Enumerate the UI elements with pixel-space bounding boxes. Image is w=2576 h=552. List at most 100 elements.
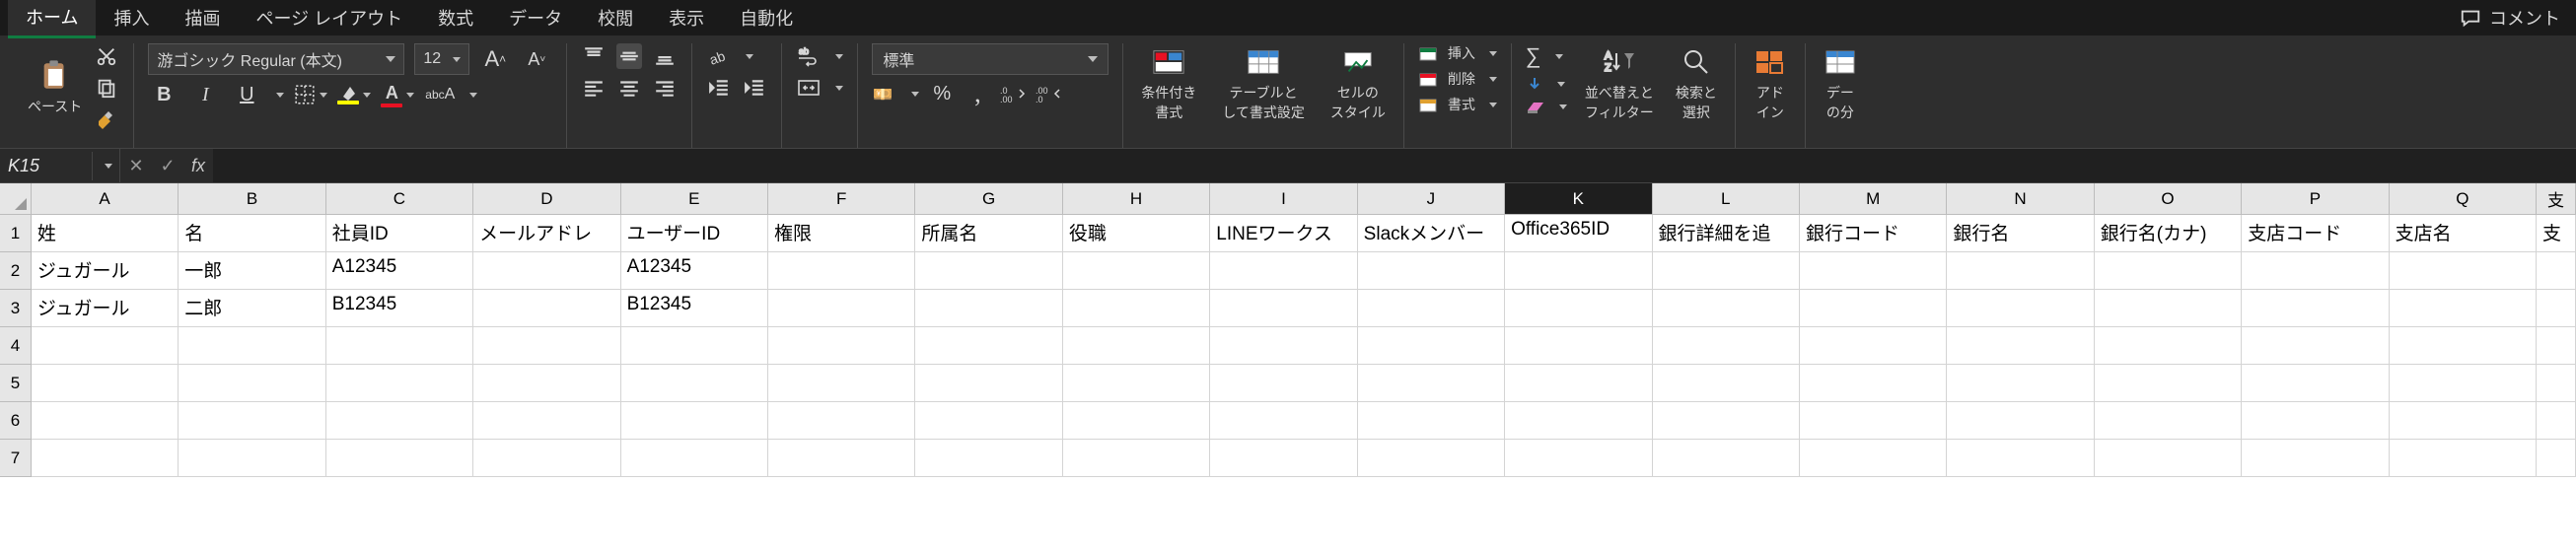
cell[interactable]: [621, 365, 768, 402]
cell[interactable]: [621, 402, 768, 440]
bold-button[interactable]: B: [148, 81, 179, 108]
cell[interactable]: [473, 365, 620, 402]
orientation-icon[interactable]: ab: [706, 43, 732, 69]
accounting-format-icon[interactable]: 💴: [872, 81, 897, 106]
confirm-formula-button[interactable]: ✓: [152, 149, 183, 182]
format-painter-icon[interactable]: [94, 106, 119, 132]
cell[interactable]: [1358, 327, 1505, 365]
column-header[interactable]: M: [1800, 183, 1947, 215]
cell[interactable]: [1653, 440, 1800, 477]
decrease-decimal-icon[interactable]: .00.0: [1036, 81, 1061, 106]
fx-icon[interactable]: fx: [183, 156, 213, 176]
align-bottom-icon[interactable]: [652, 43, 678, 69]
tab-draw[interactable]: 描画: [167, 0, 238, 36]
cell[interactable]: [1947, 327, 2094, 365]
tab-home[interactable]: ホーム: [8, 0, 96, 38]
cancel-formula-button[interactable]: ✕: [120, 149, 152, 182]
chevron-down-icon[interactable]: [276, 93, 284, 98]
cell[interactable]: [768, 365, 915, 402]
cell[interactable]: [2390, 252, 2537, 290]
cell[interactable]: [1653, 365, 1800, 402]
cell[interactable]: [1063, 365, 1210, 402]
cell[interactable]: [621, 440, 768, 477]
format-as-table-button[interactable]: テーブルと して書式設定: [1218, 43, 1309, 124]
cell[interactable]: [1800, 252, 1947, 290]
cell[interactable]: [1947, 402, 2094, 440]
cell[interactable]: [1063, 327, 1210, 365]
cell[interactable]: [2095, 252, 2242, 290]
font-size-select[interactable]: 12: [414, 43, 469, 75]
cell[interactable]: [768, 402, 915, 440]
align-top-icon[interactable]: [581, 43, 607, 69]
cell[interactable]: 社員ID: [326, 215, 473, 252]
tab-insert[interactable]: 挿入: [96, 0, 167, 36]
cell[interactable]: [1210, 440, 1357, 477]
cell[interactable]: [768, 252, 915, 290]
cell[interactable]: [473, 290, 620, 327]
cell[interactable]: [1358, 402, 1505, 440]
tab-page-layout[interactable]: ページ レイアウト: [238, 0, 420, 36]
fill-button[interactable]: [1526, 75, 1567, 93]
cell[interactable]: 二郎: [179, 290, 325, 327]
cell[interactable]: 支店名: [2390, 215, 2537, 252]
cell[interactable]: [2390, 402, 2537, 440]
cell[interactable]: [2537, 290, 2576, 327]
cell[interactable]: [2242, 327, 2389, 365]
cell[interactable]: [2242, 252, 2389, 290]
wrap-text-icon[interactable]: ab: [796, 43, 822, 69]
cell[interactable]: [1800, 365, 1947, 402]
cell[interactable]: メールアドレ: [473, 215, 620, 252]
select-all-corner[interactable]: [0, 183, 32, 215]
cells-format-button[interactable]: 書式: [1418, 95, 1497, 114]
font-name-select[interactable]: 游ゴシック Regular (本文): [148, 43, 404, 75]
cell[interactable]: [1210, 365, 1357, 402]
cell[interactable]: [2537, 365, 2576, 402]
cell[interactable]: 銀行名: [1947, 215, 2094, 252]
cell[interactable]: [32, 327, 179, 365]
cell[interactable]: [1800, 327, 1947, 365]
cell[interactable]: [915, 402, 1062, 440]
cell[interactable]: [473, 440, 620, 477]
cell[interactable]: [473, 402, 620, 440]
cell[interactable]: [2242, 440, 2389, 477]
cell[interactable]: [1358, 365, 1505, 402]
chevron-down-icon[interactable]: [835, 86, 843, 91]
sort-filter-button[interactable]: AZ 並べ替えと フィルター: [1581, 43, 1658, 124]
clear-button[interactable]: [1526, 99, 1567, 114]
cell[interactable]: [473, 327, 620, 365]
cell[interactable]: Office365ID: [1505, 215, 1652, 252]
cell[interactable]: [1505, 252, 1652, 290]
cell[interactable]: [1505, 365, 1652, 402]
addins-button[interactable]: アド イン: [1750, 43, 1791, 124]
column-header[interactable]: G: [915, 183, 1062, 215]
increase-decimal-icon[interactable]: .0.00: [1000, 81, 1026, 106]
formula-input[interactable]: [213, 149, 2576, 182]
data-analysis-button[interactable]: デー の分: [1820, 43, 1861, 124]
cell[interactable]: [1358, 290, 1505, 327]
column-header[interactable]: E: [621, 183, 768, 215]
cell[interactable]: [32, 440, 179, 477]
cells-delete-button[interactable]: 削除: [1418, 69, 1497, 89]
cell[interactable]: [1063, 290, 1210, 327]
cell[interactable]: [2390, 327, 2537, 365]
column-header[interactable]: A: [32, 183, 179, 215]
column-header[interactable]: D: [473, 183, 620, 215]
cell[interactable]: 一郎: [179, 252, 325, 290]
cell[interactable]: [1800, 290, 1947, 327]
chevron-down-icon[interactable]: [469, 93, 477, 98]
chevron-down-icon[interactable]: [746, 54, 753, 59]
decrease-indent-icon[interactable]: [706, 75, 732, 101]
underline-button[interactable]: U: [231, 81, 262, 108]
cell[interactable]: [179, 327, 325, 365]
column-header[interactable]: Q: [2390, 183, 2537, 215]
name-box[interactable]: K15: [0, 152, 93, 180]
cell[interactable]: 銀行名(カナ): [2095, 215, 2242, 252]
cell[interactable]: [1653, 402, 1800, 440]
cell[interactable]: B12345: [326, 290, 473, 327]
cell[interactable]: [1505, 290, 1652, 327]
cell[interactable]: [768, 290, 915, 327]
row-header[interactable]: 2: [0, 252, 32, 290]
align-left-icon[interactable]: [581, 75, 607, 101]
cell[interactable]: LINEワークス: [1210, 215, 1357, 252]
merge-cells-icon[interactable]: [796, 75, 822, 101]
